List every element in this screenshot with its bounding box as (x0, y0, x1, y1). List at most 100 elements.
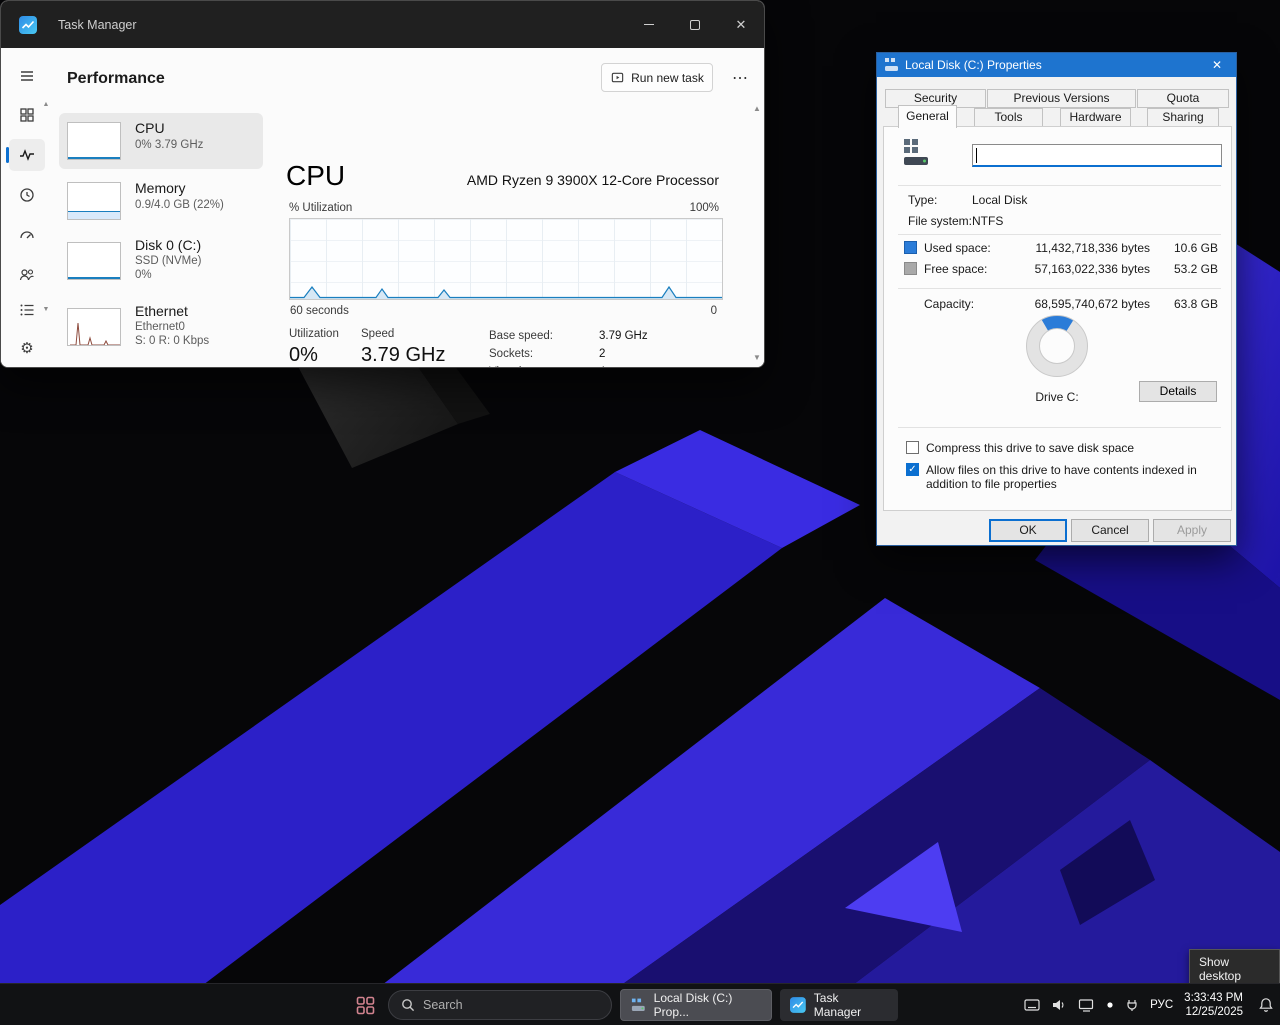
cpu-utilization-graph (289, 218, 723, 300)
check-icon: ✓ (908, 464, 916, 475)
metric-name: Disk 0 (C:) (135, 237, 201, 253)
text-caret (976, 148, 977, 163)
metric-detail: 0.9/4.0 GB (22%) (135, 199, 224, 211)
disk-mini-graph (67, 242, 121, 280)
start-icon (356, 996, 375, 1015)
taskbar-search[interactable] (388, 990, 612, 1020)
metric-item-cpu[interactable]: CPU 0% 3.79 GHz (59, 113, 263, 169)
tab-quota[interactable]: Quota (1137, 89, 1229, 108)
start-button[interactable] (350, 991, 380, 1019)
graph-x-axis-label: 60 seconds (290, 305, 349, 317)
processes-grid-icon (18, 106, 36, 124)
taskbar-clock[interactable]: 3:33:43 PM 12/25/2025 (1184, 991, 1243, 1020)
detail-label: Base speed: (489, 330, 597, 342)
details-list-icon (18, 301, 36, 319)
sidebar-item-processes[interactable] (15, 103, 39, 127)
drive-icon-large (904, 139, 930, 167)
volume-label-input[interactable] (972, 144, 1222, 167)
task-manager-window: Task Manager ✕ (0, 0, 765, 368)
ok-label: OK (1019, 523, 1036, 537)
metrics-scrollbar[interactable]: ▲ ▼ (41, 101, 51, 313)
metric-item-ethernet[interactable]: Ethernet Ethernet0 S: 0 R: 0 Kbps (59, 299, 263, 355)
filesystem-value: NTFS (972, 214, 1003, 228)
dialog-titlebar[interactable]: Local Disk (C:) Properties ✕ (877, 53, 1236, 77)
drive-caption: Drive C: (1007, 390, 1107, 404)
type-label: Type: (908, 193, 937, 207)
close-icon: ✕ (736, 17, 747, 33)
sidebar-item-settings[interactable]: ⚙ (15, 336, 39, 360)
network-icon[interactable] (1078, 998, 1095, 1012)
separator (898, 427, 1221, 428)
free-space-label: Free space: (924, 262, 987, 276)
status-dot-icon[interactable] (1106, 1001, 1114, 1009)
drive-icon (631, 997, 646, 1013)
detail-value: 4 (599, 366, 605, 368)
apply-button[interactable]: Apply (1153, 519, 1231, 542)
notifications-bell-icon[interactable] (1258, 997, 1274, 1013)
more-options-icon: ⋯ (732, 68, 748, 88)
stat-value: 3.79 GHz (361, 344, 445, 367)
free-space-size: 53.2 GB (1156, 262, 1218, 276)
taskbar-button-task-manager[interactable]: Task Manager (780, 989, 898, 1021)
sidebar-item-details[interactable] (15, 298, 39, 322)
nav-menu-button[interactable] (15, 64, 39, 88)
scroll-down-icon: ▼ (43, 306, 50, 313)
run-new-task-label: Run new task (631, 71, 704, 85)
task-manager-titlebar[interactable]: Task Manager ✕ (1, 1, 764, 48)
metric-item-disk[interactable]: Disk 0 (C:) SSD (NVMe) 0% (59, 233, 263, 289)
language-indicator[interactable]: РУС (1150, 999, 1173, 1011)
maximize-button[interactable] (672, 1, 718, 48)
general-tab-page: Type: Local Disk File system: NTFS Used … (883, 126, 1232, 511)
memory-mini-graph (67, 182, 121, 220)
compress-checkbox[interactable] (906, 441, 919, 454)
system-tray: РУС 3:33:43 PM 12/25/2025 (1024, 984, 1274, 1025)
tab-label: General (906, 109, 949, 123)
separator (898, 288, 1221, 289)
tab-label: Tools (994, 110, 1022, 124)
search-input[interactable] (423, 998, 583, 1012)
minimize-button[interactable] (626, 1, 672, 48)
used-space-label: Used space: (924, 241, 991, 255)
tab-hardware[interactable]: Hardware (1060, 108, 1131, 127)
metric-detail: 0% 3.79 GHz (135, 139, 203, 151)
tab-previous-versions[interactable]: Previous Versions (987, 89, 1136, 108)
scroll-down-icon: ▼ (753, 353, 761, 362)
touch-keyboard-icon[interactable] (1024, 998, 1040, 1012)
main-scrollbar[interactable]: ▲ ▼ (751, 104, 763, 362)
separator (898, 185, 1221, 186)
run-task-icon (610, 70, 625, 85)
desktop: This PC Recycle Bin Control Panel (0, 0, 1280, 1025)
tab-sharing[interactable]: Sharing (1147, 108, 1219, 127)
metric-name: Ethernet (135, 303, 188, 319)
more-options-button[interactable]: ⋯ (727, 66, 753, 90)
dialog-close-button[interactable]: ✕ (1202, 53, 1232, 77)
capacity-bytes: 68,595,740,672 bytes (1010, 297, 1150, 311)
clock-time: 3:33:43 PM (1184, 991, 1243, 1005)
close-button[interactable]: ✕ (718, 1, 764, 48)
power-plug-icon[interactable] (1125, 998, 1139, 1012)
history-clock-icon (18, 186, 36, 204)
metric-item-memory[interactable]: Memory 0.9/4.0 GB (22%) (59, 173, 263, 229)
settings-gear-icon: ⚙ (20, 339, 33, 357)
maximize-icon (690, 20, 700, 30)
task-manager-app-icon (19, 16, 37, 34)
index-checkbox[interactable]: ✓ (906, 463, 919, 476)
sidebar-item-performance[interactable] (15, 143, 39, 167)
cpu-mini-graph (67, 122, 121, 160)
taskbar-button-disk-properties[interactable]: Local Disk (C:) Prop... (620, 989, 772, 1021)
used-space-size: 10.6 GB (1156, 241, 1218, 255)
run-new-task-button[interactable]: Run new task (601, 63, 713, 92)
volume-icon[interactable] (1051, 998, 1067, 1012)
details-button[interactable]: Details (1139, 381, 1217, 402)
cancel-button[interactable]: Cancel (1071, 519, 1149, 542)
sidebar-item-app-history[interactable] (15, 183, 39, 207)
detail-label: Sockets: (489, 348, 597, 360)
tab-tools[interactable]: Tools (974, 108, 1043, 127)
ok-button[interactable]: OK (989, 519, 1067, 542)
tab-general[interactable]: General (898, 105, 957, 128)
sidebar-item-startup-apps[interactable] (15, 223, 39, 247)
compress-checkbox-label: Compress this drive to save disk space (926, 441, 1134, 455)
page-title: Performance (67, 70, 165, 88)
metric-name: Memory (135, 180, 186, 196)
sidebar-item-users[interactable] (15, 263, 39, 287)
